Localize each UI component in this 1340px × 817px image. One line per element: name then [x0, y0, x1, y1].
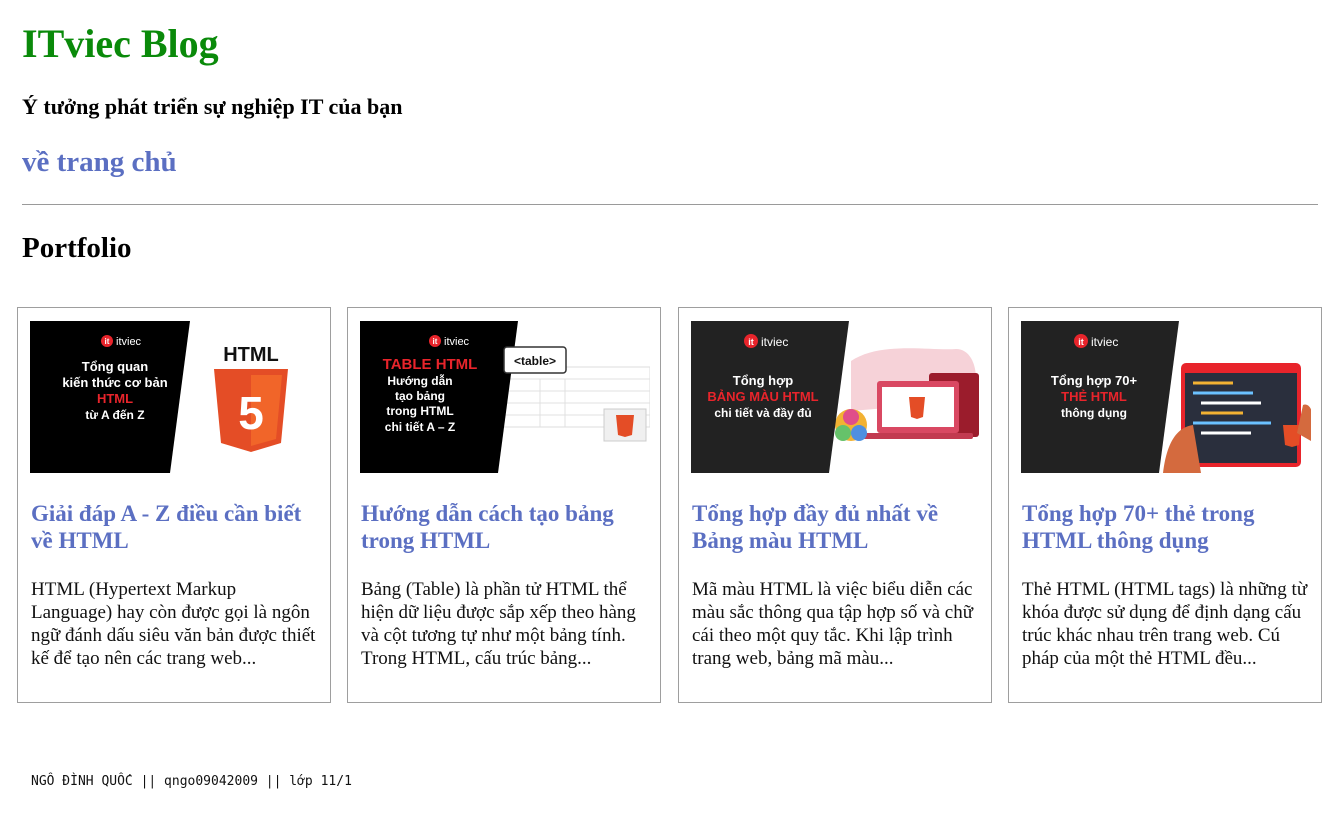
- svg-text:5: 5: [238, 387, 264, 439]
- svg-text:Tổng quan: Tổng quan: [82, 359, 148, 374]
- svg-text:chi tiết và đầy đủ: chi tiết và đầy đủ: [714, 406, 811, 420]
- svg-text:itviec: itviec: [761, 335, 788, 349]
- home-link[interactable]: về trang chủ: [22, 144, 177, 180]
- card-description: Bảng (Table) là phần tử HTML thể hiện dữ…: [361, 579, 636, 669]
- svg-text:itviec: itviec: [444, 336, 470, 348]
- laptop-color-palette-illustration-icon: [835, 348, 979, 441]
- svg-text:it: it: [1078, 337, 1084, 347]
- section-title: Portfolio: [22, 232, 132, 264]
- card-thumbnail[interactable]: it itviec Tổng quan kiến thức cơ bản HTM…: [30, 321, 320, 473]
- svg-text:Tổng hợp 70+: Tổng hợp 70+: [1051, 373, 1138, 388]
- svg-text:HTML: HTML: [223, 344, 279, 366]
- itviec-logo-icon: it itviec: [1074, 334, 1118, 349]
- svg-text:kiến thức cơ bản: kiến thức cơ bản: [62, 375, 167, 390]
- footer-text: NGÔ ĐÌNH QUỐC || qngo09042009 || lớp 11/…: [31, 774, 352, 789]
- card-title[interactable]: Giải đáp A - Z điều cần biết về HTML: [31, 500, 321, 554]
- svg-text:it: it: [433, 337, 438, 346]
- thumbnail-image: it itviec Tổng quan kiến thức cơ bản HTM…: [30, 321, 320, 473]
- svg-text:THẺ HTML: THẺ HTML: [1061, 389, 1127, 404]
- site-title: ITviec Blog: [22, 21, 219, 66]
- card-description: Thẻ HTML (HTML tags) là những từ khóa đư…: [1022, 579, 1308, 669]
- card-description: Mã màu HTML là việc biểu diễn các màu sắ…: [692, 579, 974, 669]
- thumbnail-image: it itviec Tổng hợp BẢNG MÀU HTML chi tiế…: [691, 321, 981, 473]
- card-title[interactable]: Tổng hợp đầy đủ nhất về Bảng màu HTML: [692, 500, 982, 554]
- thumbnail-image: it itviec Tổng hợp 70+ THẺ HTML thông dụ…: [1021, 321, 1311, 473]
- svg-text:TABLE HTML: TABLE HTML: [383, 356, 478, 373]
- html5-logo-icon: HTML 5: [214, 344, 288, 452]
- svg-text:trong HTML: trong HTML: [386, 404, 453, 418]
- blog-card[interactable]: it itviec Tổng hợp BẢNG MÀU HTML chi tiế…: [678, 307, 992, 703]
- thumbnail-image: it itviec TABLE HTML Hướng dẫn tạo bảng …: [360, 321, 650, 473]
- table-tag-badge-icon: <table>: [503, 346, 567, 374]
- svg-text:chi tiết A – Z: chi tiết A – Z: [385, 420, 455, 434]
- blog-card[interactable]: it itviec Tổng hợp 70+ THẺ HTML thông dụ…: [1008, 307, 1322, 703]
- card-thumbnail[interactable]: it itviec TABLE HTML Hướng dẫn tạo bảng …: [360, 321, 650, 473]
- page: ITviec Blog Ý tưởng phát triển sự nghiệp…: [0, 0, 1340, 817]
- card-thumbnail[interactable]: it itviec Tổng hợp 70+ THẺ HTML thông dụ…: [1021, 321, 1311, 473]
- divider: [22, 204, 1318, 205]
- svg-text:itviec: itviec: [116, 336, 142, 348]
- blog-card[interactable]: it itviec TABLE HTML Hướng dẫn tạo bảng …: [347, 307, 661, 703]
- svg-text:itviec: itviec: [1091, 335, 1118, 349]
- svg-text:HTML: HTML: [97, 391, 133, 406]
- itviec-logo-icon: it itviec: [744, 334, 788, 349]
- code-editor-illustration-icon: [1163, 363, 1311, 473]
- blog-card[interactable]: it itviec Tổng quan kiến thức cơ bản HTM…: [17, 307, 331, 703]
- svg-text:từ A đến Z: từ A đến Z: [85, 408, 144, 422]
- svg-text:Tổng hợp: Tổng hợp: [733, 373, 794, 388]
- itviec-logo-icon: it itviec: [429, 335, 470, 348]
- svg-text:BẢNG MÀU HTML: BẢNG MÀU HTML: [707, 389, 818, 404]
- card-thumbnail[interactable]: it itviec Tổng hợp BẢNG MÀU HTML chi tiế…: [691, 321, 981, 473]
- svg-text:it: it: [748, 337, 754, 347]
- svg-text:<table>: <table>: [514, 354, 556, 368]
- svg-text:thông dụng: thông dụng: [1061, 406, 1127, 420]
- tagline: Ý tưởng phát triển sự nghiệp IT của bạn: [22, 94, 403, 119]
- svg-text:tạo bảng: tạo bảng: [395, 389, 445, 403]
- card-description: HTML (Hypertext Markup Language) hay còn…: [31, 579, 316, 669]
- itviec-logo-icon: it itviec: [101, 335, 142, 348]
- card-title[interactable]: Tổng hợp 70+ thẻ trong HTML thông dụng: [1022, 500, 1312, 554]
- svg-text:it: it: [105, 337, 110, 346]
- card-title[interactable]: Hướng dẫn cách tạo bảng trong HTML: [361, 500, 651, 554]
- svg-text:Hướng dẫn: Hướng dẫn: [387, 373, 452, 388]
